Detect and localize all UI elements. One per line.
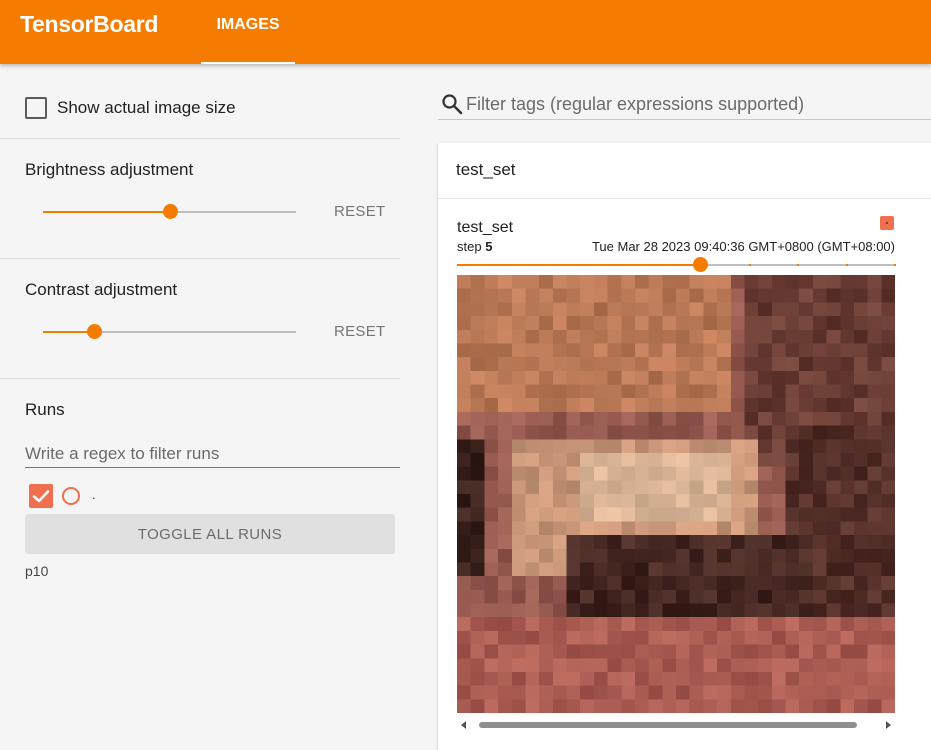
section-divider (0, 378, 400, 379)
scroll-right-icon[interactable] (886, 721, 891, 729)
run-color-icon (880, 216, 894, 230)
check-icon (32, 490, 50, 503)
main-content: test_set test_set step 5 Tue Mar 28 2023… (400, 64, 931, 750)
runs-filter-input[interactable] (25, 440, 400, 468)
tag-group-title[interactable]: test_set (456, 160, 516, 180)
top-bar: TensorBoard IMAGES (0, 0, 931, 64)
show-actual-size-checkbox[interactable] (25, 97, 47, 119)
show-actual-size-label: Show actual image size (57, 98, 236, 117)
scroll-left-icon[interactable] (461, 721, 466, 729)
active-tab-indicator (201, 62, 295, 64)
runs-title: Runs (25, 400, 65, 419)
step-tick (749, 264, 751, 266)
run-group-label: p10 (25, 563, 49, 579)
brightness-slider-thumb[interactable] (163, 204, 178, 219)
image-card-title: test_set (457, 219, 514, 236)
tag-group-card: test_set test_set step 5 Tue Mar 28 2023… (438, 143, 931, 750)
contrast-slider-thumb[interactable] (87, 324, 102, 339)
tab-images-label: IMAGES (216, 16, 280, 33)
step-tick (797, 264, 799, 266)
toggle-all-runs-button[interactable]: TOGGLE ALL RUNS (25, 514, 395, 554)
step-value: 5 (485, 239, 493, 254)
brightness-reset-button[interactable]: RESET (334, 203, 386, 220)
sample-image (457, 275, 895, 713)
sidebar: Show actual image size Brightness adjust… (0, 64, 400, 750)
step-text: step (457, 239, 482, 254)
step-label: step 5 (457, 239, 492, 254)
app-title: TensorBoard (20, 11, 159, 37)
image-viewer (457, 275, 895, 713)
scrollbar-thumb[interactable] (479, 722, 857, 728)
search-underline (438, 119, 931, 120)
run-checkbox[interactable] (29, 484, 53, 508)
section-divider (0, 258, 400, 259)
horizontal-scrollbar[interactable] (457, 717, 895, 733)
brightness-slider-fill (43, 211, 170, 213)
step-slider-thumb[interactable] (693, 257, 708, 272)
run-name: . (92, 487, 96, 502)
step-slider-fill (457, 264, 700, 266)
tab-images[interactable]: IMAGES (201, 0, 295, 64)
search-icon (442, 94, 463, 115)
contrast-title: Contrast adjustment (25, 280, 178, 299)
step-tick (894, 264, 896, 266)
step-tick (846, 264, 848, 266)
section-divider (0, 138, 400, 139)
image-timestamp: Tue Mar 28 2023 09:40:36 GMT+0800 (GMT+0… (591, 239, 895, 254)
tag-filter-input[interactable] (466, 90, 931, 118)
group-divider (438, 198, 931, 199)
brightness-title: Brightness adjustment (25, 160, 194, 179)
contrast-reset-button[interactable]: RESET (334, 323, 386, 340)
run-color-radio[interactable] (62, 487, 80, 505)
